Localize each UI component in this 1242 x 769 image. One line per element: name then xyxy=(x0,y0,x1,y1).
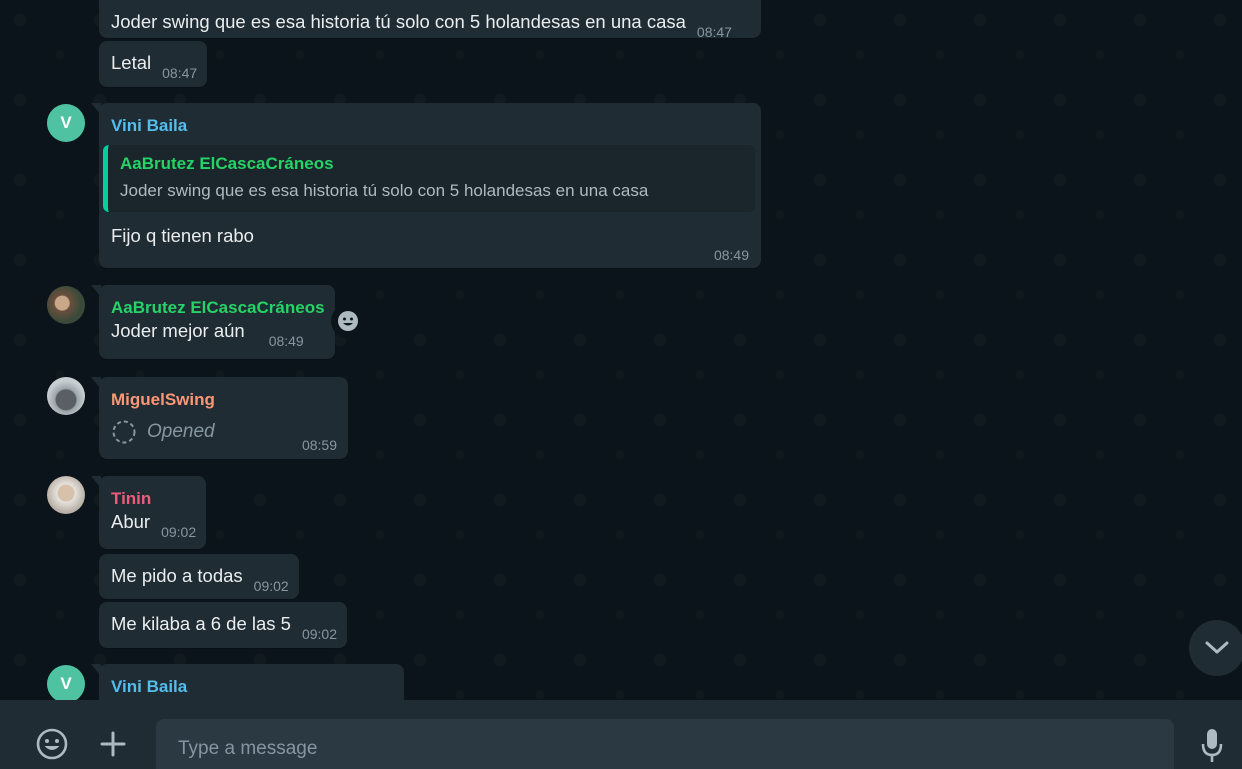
message-bubble[interactable]: Tinin Abur 09:02 xyxy=(90,476,207,549)
message-bubble[interactable]: MiguelSwing Opened 08:59 xyxy=(91,377,348,459)
message-text: Joder mejor aún xyxy=(111,320,245,341)
scroll-to-bottom-button[interactable] xyxy=(1189,620,1242,676)
message-time: 08:59 xyxy=(301,437,337,453)
react-button[interactable] xyxy=(331,304,365,338)
sender-name[interactable]: AaBrutez ElCascaCráneos xyxy=(111,297,325,319)
avatar-letter: V xyxy=(60,674,72,693)
chat-area: Joder swing que es esa historia tú solo … xyxy=(0,0,1242,700)
avatar-letter: V xyxy=(60,113,72,132)
sender-name[interactable]: Vini Baila xyxy=(111,676,394,698)
emoji-button[interactable] xyxy=(33,725,71,763)
sender-name[interactable]: Tinin xyxy=(111,488,196,510)
composer-bar xyxy=(0,700,1242,769)
message-time: 09:02 xyxy=(161,524,197,540)
message-text: Joder swing que es esa historia tú solo … xyxy=(111,11,686,32)
message-text: Fijo q tienen rabo xyxy=(111,225,254,246)
message-time: 08:47 xyxy=(696,24,732,40)
avatar[interactable] xyxy=(47,377,85,415)
avatar[interactable] xyxy=(47,286,85,324)
message-bubble[interactable]: Vini Baila xyxy=(91,664,404,700)
message-text: Abur xyxy=(111,511,151,532)
plus-icon xyxy=(100,731,126,757)
quote-text: Joder swing que es esa historia tú solo … xyxy=(120,181,649,200)
message-bubble[interactable]: AaBrutez ElCascaCráneos Joder mejor aún … xyxy=(91,285,335,359)
message-input[interactable] xyxy=(156,719,1174,769)
message-time: 08:49 xyxy=(268,333,304,349)
message-time: 08:49 xyxy=(713,247,749,263)
sender-name[interactable]: Vini Baila xyxy=(111,115,751,137)
message-bubble[interactable]: Joder swing que es esa historia tú solo … xyxy=(99,0,761,40)
sender-name[interactable]: MiguelSwing xyxy=(111,389,338,411)
message-time: 09:02 xyxy=(301,626,338,642)
message-bubble[interactable]: Letal 08:47 xyxy=(99,41,208,87)
message-text: Me pido a todas xyxy=(111,565,243,586)
message-text: Letal xyxy=(111,52,152,73)
view-once-icon xyxy=(112,420,136,444)
quote-sender: AaBrutez ElCascaCráneos xyxy=(120,154,334,173)
chevron-down-icon xyxy=(1205,641,1229,654)
voice-message-button[interactable] xyxy=(1194,726,1230,766)
avatar[interactable] xyxy=(47,476,85,514)
attach-button[interactable] xyxy=(95,726,131,762)
message-bubble[interactable]: Me kilaba a 6 de las 5 09:02 xyxy=(99,602,348,648)
avatar[interactable]: V xyxy=(47,665,85,700)
smiley-react-icon xyxy=(338,311,358,331)
emoji-icon xyxy=(36,728,68,760)
message-time: 09:02 xyxy=(253,578,289,594)
message-bubble[interactable]: Me pido a todas 09:02 xyxy=(99,554,299,599)
view-once-status: Opened xyxy=(147,421,215,442)
message-text: Me kilaba a 6 de las 5 xyxy=(111,613,291,634)
message-bubble[interactable]: Vini Baila AaBrutez ElCascaCráneos Joder… xyxy=(91,103,761,268)
quoted-message[interactable]: AaBrutez ElCascaCráneos Joder swing que … xyxy=(103,145,755,212)
mic-icon xyxy=(1201,729,1223,762)
avatar[interactable]: V xyxy=(47,104,85,142)
message-time: 08:47 xyxy=(162,65,198,81)
